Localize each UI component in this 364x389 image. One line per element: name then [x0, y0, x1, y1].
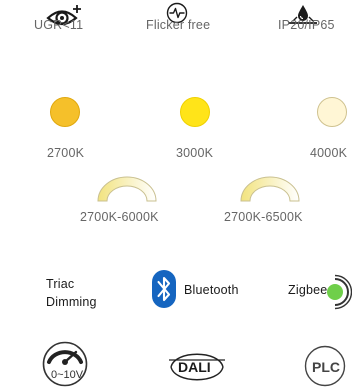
ip-rating-label: IP20/IP65 [278, 18, 335, 32]
bluetooth-label: Bluetooth [184, 283, 239, 297]
tunable-2700k-6500k-label: 2700K-6500K [224, 210, 303, 224]
color-swatch-4000k [317, 97, 347, 127]
zigbee-wave-icon [327, 274, 352, 310]
color-swatch-2700k [50, 97, 80, 127]
triac-label-line2: Dimming [46, 295, 97, 309]
tunable-white-arc-icon [97, 176, 157, 202]
plc-label: PLC [312, 359, 340, 375]
zero-ten-v-label: 0~10V [51, 369, 84, 381]
ugr-label: UGR<11 [34, 18, 84, 32]
triac-label-line1: Triac [46, 277, 75, 291]
tunable-2700k-6000k-label: 2700K-6000K [80, 210, 159, 224]
bluetooth-icon [152, 270, 176, 308]
tunable-white-arc-icon [240, 176, 300, 202]
dali-label: DALI [178, 359, 211, 375]
color-temp-3000k-label: 3000K [176, 146, 214, 160]
color-temp-4000k-label: 4000K [310, 146, 348, 160]
color-temp-2700k-label: 2700K [47, 146, 85, 160]
color-swatch-3000k [180, 97, 210, 127]
triac-dimming-label: Triac Dimming [46, 275, 97, 311]
flicker-free-label: Flicker free [146, 18, 211, 32]
